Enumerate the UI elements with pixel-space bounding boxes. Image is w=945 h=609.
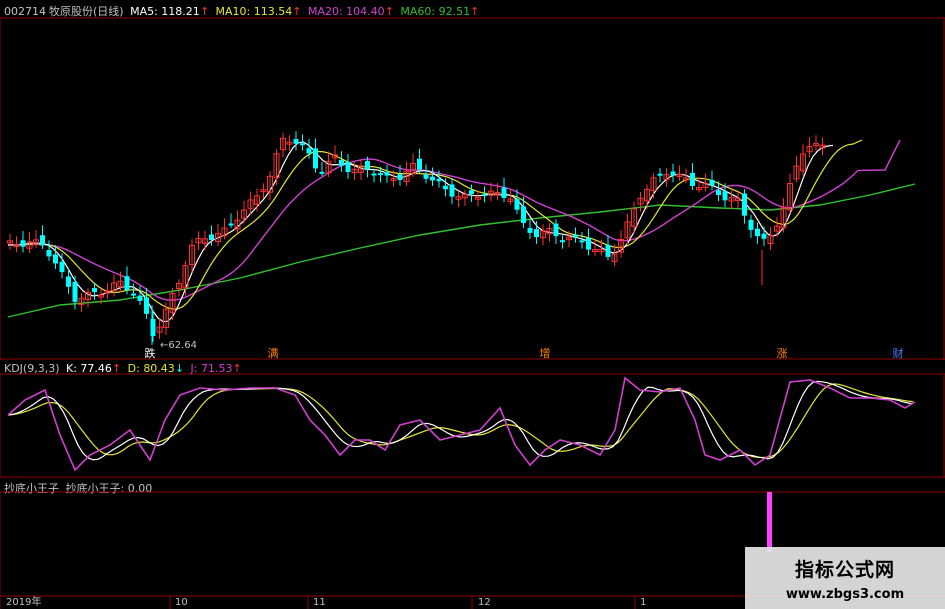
candle-body [300,143,305,146]
x-label-1: 1 [640,597,647,608]
candle-body [397,174,403,180]
x-label-12: 12 [478,597,491,608]
candle-body [501,187,507,199]
candle-body [586,237,591,250]
candle-body [131,293,136,296]
candle-body [482,194,487,197]
low-price-label: ←62.64 [160,340,197,351]
watermark-banner: 指标公式网 www.zbgs3.com [745,547,945,609]
candle-body [365,161,370,170]
candle-body [66,276,71,287]
candle-body [92,288,97,293]
candle-body [690,172,695,186]
candle-body [449,184,455,197]
candle-body [430,176,435,181]
candle-body [560,240,565,243]
event-marker: 满 [268,347,279,360]
candle-body [553,223,559,237]
candle-body [573,234,578,237]
candle-body [443,185,448,190]
event-marker: 涨 [777,347,788,360]
event-marker: 财 [893,346,904,360]
watermark-url: www.zbgs3.com [785,587,905,602]
candle-body [521,206,526,223]
candle-body [761,233,767,239]
candle-body [339,159,344,166]
candle-body [748,219,754,230]
candle-body [59,261,65,273]
candle-body [670,171,676,176]
candle-body [657,173,663,176]
price-panel[interactable]: 002714 牧原股份(日线) MA5: 118.21↑ MA10: 113.54… [0,0,945,360]
candle-body [378,173,383,176]
candle-body [46,250,52,257]
candle-body [72,281,78,302]
candle-body [345,161,351,173]
candle-body [384,172,390,176]
candle-body [514,198,520,210]
x-label-10: 10 [175,597,188,608]
candle-body [722,191,728,201]
candle-body [319,171,325,174]
candle-body [709,180,715,186]
candle-body [40,235,45,246]
watermark-title: 指标公式网 [794,559,895,581]
candle-body [755,228,760,237]
event-marker: 跌 [145,346,156,360]
candle-body [144,297,149,314]
candle-body [417,158,422,170]
candle-body [579,240,585,243]
candle-body [469,190,474,195]
candle-body [436,178,442,182]
candle-body [605,244,611,257]
candle-body [150,318,156,336]
candle-body [293,139,299,144]
candle-body [124,276,130,291]
ma10-line [7,139,863,310]
candle-body [534,229,539,238]
candle-body [371,173,377,176]
candle-body [313,148,318,169]
candle-body [527,227,533,233]
signal-bar [767,492,772,552]
candle-body [137,295,143,301]
price-chart[interactable]: ←62.64 跌 满 增 涨 财 [0,0,945,360]
candle-body [716,190,721,196]
event-marker: 增 [540,346,551,360]
candle-body [742,193,747,216]
candle-body [53,254,58,264]
kdj-chart[interactable] [0,360,945,478]
candle-body [306,148,312,154]
kdj-d-line [7,383,914,459]
candle-body [209,234,214,240]
candle-body [228,223,234,226]
candle-body [423,174,429,179]
kdj-k-line [7,380,914,461]
x-label-2019: 2019年 [6,597,42,608]
kdj-panel[interactable]: KDJ(9,3,3) K: 77.46↑ D: 80.43↓ J: 71.53↑ [0,360,945,478]
ma20-line [7,139,901,301]
x-label-11: 11 [313,597,326,608]
candle-body [20,240,26,247]
kdj-j-line [7,376,916,472]
